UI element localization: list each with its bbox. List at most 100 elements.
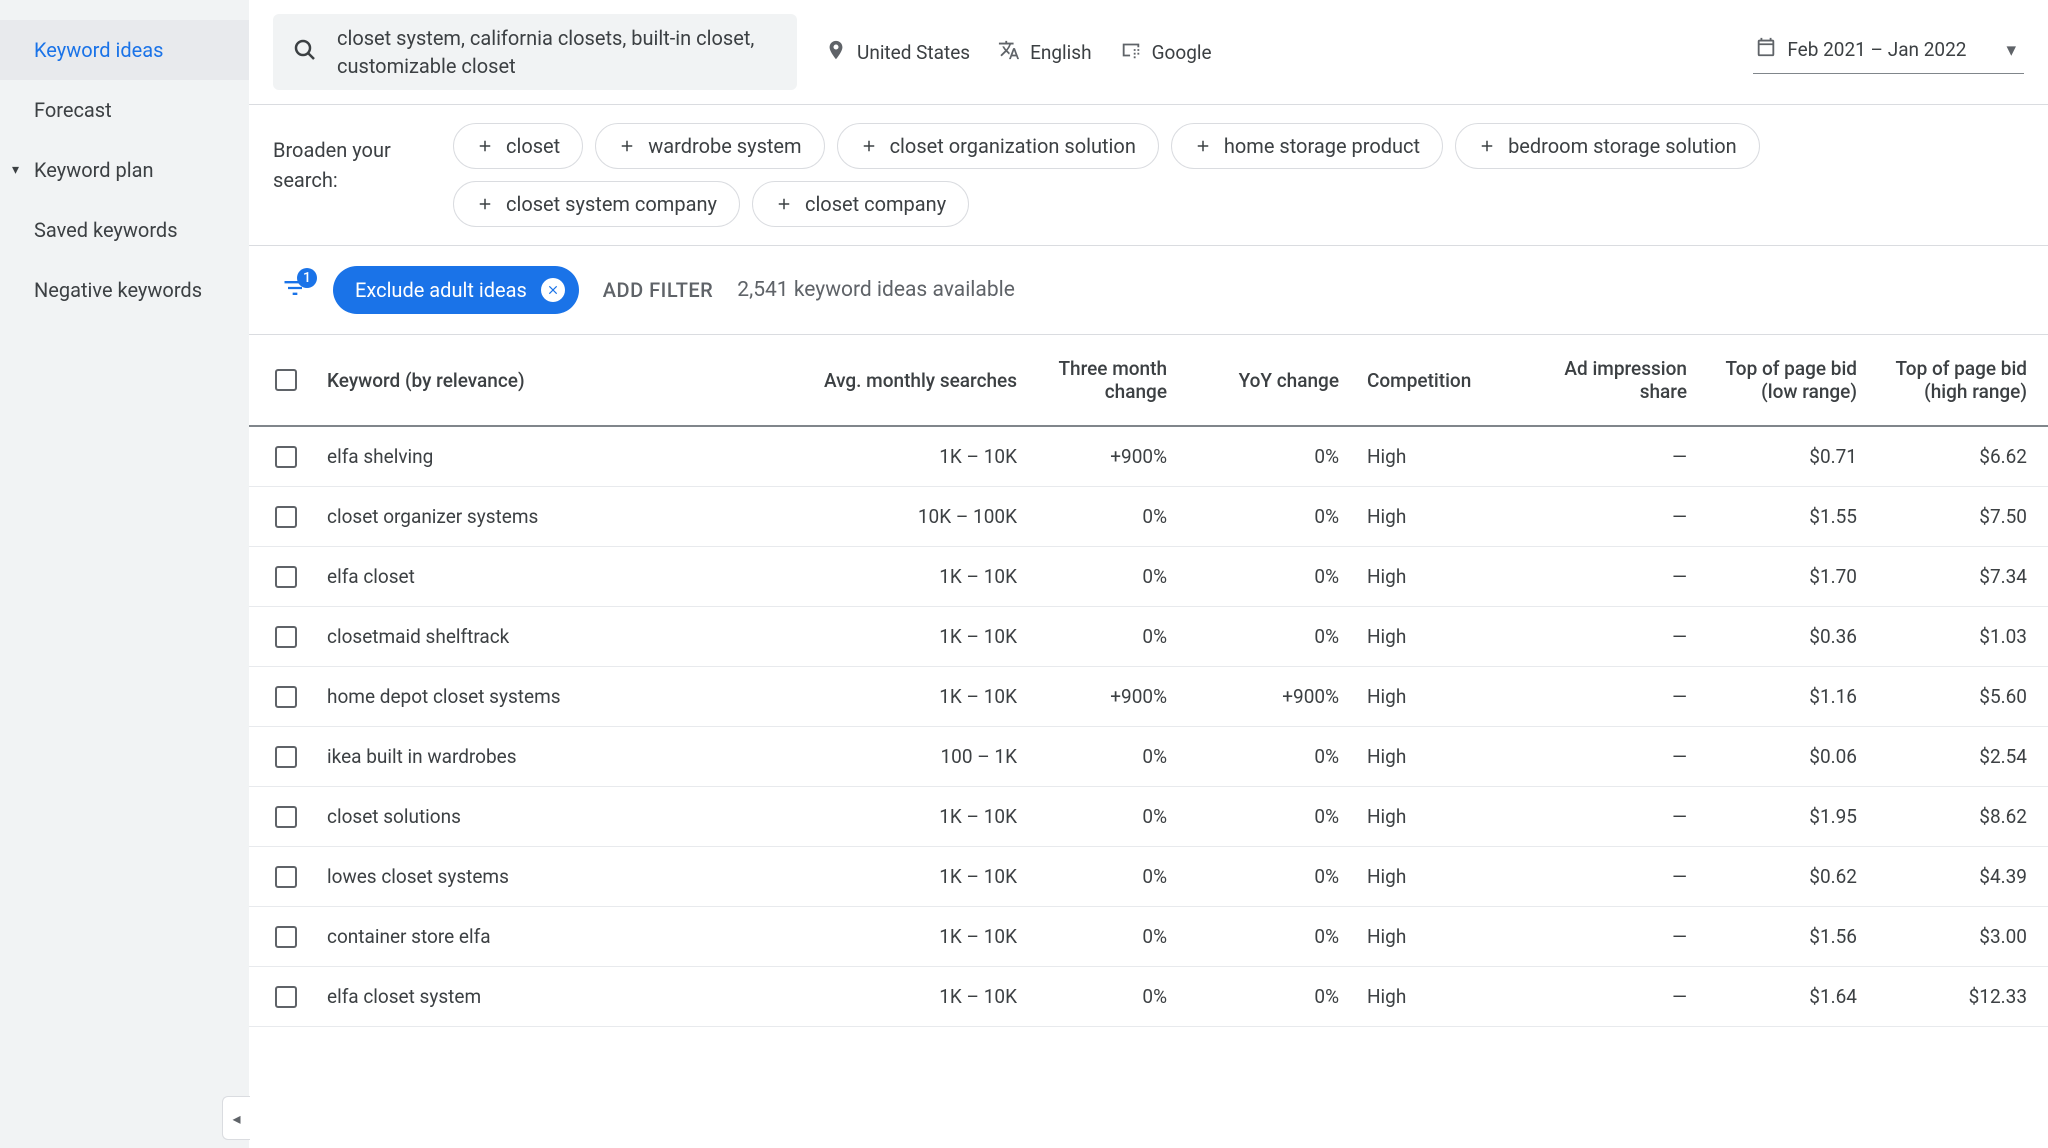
- keyword-table: Keyword (by relevance) Avg. monthly sear…: [249, 334, 2048, 1148]
- table-row[interactable]: closet organizer systems10K – 100K0%0%Hi…: [249, 487, 2048, 547]
- row-checkbox-cell: [249, 787, 313, 846]
- cell-yoy: 0%: [1181, 487, 1353, 546]
- translate-icon: [998, 39, 1020, 66]
- chip-label: closet: [506, 134, 560, 158]
- cell-three-month: 0%: [1031, 967, 1181, 1026]
- cell-keyword: closet organizer systems: [313, 487, 769, 546]
- cell-impression: —: [1511, 727, 1701, 786]
- table-row[interactable]: closet solutions1K – 10K0%0%High—$1.95$8…: [249, 787, 2048, 847]
- cell-competition: High: [1353, 787, 1511, 846]
- select-all-checkbox[interactable]: [275, 369, 297, 391]
- cell-bid-high: $7.34: [1871, 547, 2041, 606]
- row-checkbox[interactable]: [275, 986, 297, 1008]
- cell-competition: High: [1353, 427, 1511, 486]
- location-filter[interactable]: United States: [825, 39, 970, 66]
- cell-three-month: 0%: [1031, 787, 1181, 846]
- header-impression[interactable]: Ad impression share: [1511, 335, 1701, 425]
- broaden-chip[interactable]: bedroom storage solution: [1455, 123, 1760, 169]
- broaden-chip[interactable]: closet organization solution: [837, 123, 1159, 169]
- cell-keyword: closet solutions: [313, 787, 769, 846]
- cell-three-month: 0%: [1031, 487, 1181, 546]
- header-avg-searches[interactable]: Avg. monthly searches: [769, 335, 1031, 425]
- cell-competition: High: [1353, 547, 1511, 606]
- row-checkbox[interactable]: [275, 506, 297, 528]
- row-checkbox[interactable]: [275, 686, 297, 708]
- header-bid-high[interactable]: Top of page bid (high range): [1871, 335, 2041, 425]
- plus-icon: [618, 137, 636, 155]
- table-row[interactable]: ikea built in wardrobes100 – 1K0%0%High—…: [249, 727, 2048, 787]
- broaden-chips-container: closet wardrobe system closet organization…: [453, 123, 2024, 227]
- row-checkbox[interactable]: [275, 446, 297, 468]
- network-filter[interactable]: Google: [1120, 39, 1212, 66]
- cell-yoy: 0%: [1181, 427, 1353, 486]
- broaden-chip[interactable]: home storage product: [1171, 123, 1443, 169]
- table-row[interactable]: home depot closet systems1K – 10K+900%+9…: [249, 667, 2048, 727]
- sidebar-item-forecast[interactable]: Forecast: [0, 80, 249, 140]
- broaden-chip[interactable]: wardrobe system: [595, 123, 824, 169]
- date-range-picker[interactable]: Feb 2021 – Jan 2022 ▾: [1753, 30, 2024, 74]
- sidebar-item-saved-keywords[interactable]: Saved keywords: [0, 200, 249, 260]
- cell-keyword: container store elfa: [313, 907, 769, 966]
- search-query-text: closet system, california closets, built…: [337, 24, 777, 80]
- table-header: Keyword (by relevance) Avg. monthly sear…: [249, 334, 2048, 427]
- cell-competition: High: [1353, 907, 1511, 966]
- add-filter-button[interactable]: ADD FILTER: [603, 278, 713, 302]
- cell-bid-low: $0.36: [1701, 607, 1871, 666]
- header-keyword[interactable]: Keyword (by relevance): [313, 335, 769, 425]
- chip-label: closet company: [805, 192, 946, 216]
- plus-icon: [775, 195, 793, 213]
- chip-label: bedroom storage solution: [1508, 134, 1737, 158]
- row-checkbox[interactable]: [275, 626, 297, 648]
- row-checkbox[interactable]: [275, 746, 297, 768]
- sidebar-item-keyword-ideas[interactable]: Keyword ideas: [0, 20, 249, 80]
- row-checkbox[interactable]: [275, 806, 297, 828]
- select-all-cell: [249, 335, 313, 425]
- remove-chip-icon[interactable]: [541, 278, 565, 302]
- sidebar-item-keyword-plan[interactable]: Keyword plan: [0, 140, 249, 200]
- exclude-chip-label: Exclude adult ideas: [355, 278, 527, 302]
- table-row[interactable]: lowes closet systems1K – 10K0%0%High—$0.…: [249, 847, 2048, 907]
- cell-bid-low: $1.64: [1701, 967, 1871, 1026]
- cell-avg: 10K – 100K: [769, 487, 1031, 546]
- cell-bid-high: $12.33: [1871, 967, 2041, 1026]
- plus-icon: [1478, 137, 1496, 155]
- cell-impression: —: [1511, 487, 1701, 546]
- sidebar: Keyword ideasForecastKeyword planSaved k…: [0, 0, 249, 1148]
- language-filter[interactable]: English: [998, 39, 1091, 66]
- cell-avg: 100 – 1K: [769, 727, 1031, 786]
- row-checkbox[interactable]: [275, 866, 297, 888]
- table-row[interactable]: closetmaid shelftrack1K – 10K0%0%High—$0…: [249, 607, 2048, 667]
- cell-bid-high: $7.50: [1871, 487, 2041, 546]
- row-checkbox[interactable]: [275, 926, 297, 948]
- broaden-chip[interactable]: closet system company: [453, 181, 740, 227]
- header-yoy[interactable]: YoY change: [1181, 335, 1353, 425]
- broaden-chip[interactable]: closet: [453, 123, 583, 169]
- cell-keyword: elfa closet system: [313, 967, 769, 1026]
- cell-bid-high: $4.39: [1871, 847, 2041, 906]
- exclude-adult-chip[interactable]: Exclude adult ideas: [333, 266, 579, 314]
- table-row[interactable]: elfa closet1K – 10K0%0%High—$1.70$7.34: [249, 547, 2048, 607]
- table-row[interactable]: elfa shelving1K – 10K+900%0%High—$0.71$6…: [249, 427, 2048, 487]
- broaden-chip[interactable]: closet company: [752, 181, 969, 227]
- sidebar-collapse-handle[interactable]: ◂: [222, 1096, 250, 1140]
- dropdown-icon: ▾: [2006, 38, 2016, 61]
- cell-yoy: +900%: [1181, 667, 1353, 726]
- chip-label: closet organization solution: [890, 134, 1136, 158]
- table-row[interactable]: container store elfa1K – 10K0%0%High—$1.…: [249, 907, 2048, 967]
- row-checkbox[interactable]: [275, 566, 297, 588]
- header-bid-low[interactable]: Top of page bid (low range): [1701, 335, 1871, 425]
- cell-bid-high: $3.00: [1871, 907, 2041, 966]
- filter-funnel-button[interactable]: 1: [281, 274, 309, 307]
- date-range-value: Feb 2021 – Jan 2022: [1787, 38, 1966, 61]
- cell-avg: 1K – 10K: [769, 847, 1031, 906]
- plus-icon: [476, 195, 494, 213]
- cell-bid-high: $6.62: [1871, 427, 2041, 486]
- table-row[interactable]: elfa closet system1K – 10K0%0%High—$1.64…: [249, 967, 2048, 1027]
- header-three-month[interactable]: Three month change: [1031, 335, 1181, 425]
- search-input[interactable]: closet system, california closets, built…: [273, 14, 797, 90]
- ideas-count-label: 2,541 keyword ideas available: [737, 278, 1015, 302]
- header-competition[interactable]: Competition: [1353, 335, 1511, 425]
- cell-bid-low: $1.16: [1701, 667, 1871, 726]
- sidebar-item-negative-keywords[interactable]: Negative keywords: [0, 260, 249, 320]
- cell-avg: 1K – 10K: [769, 607, 1031, 666]
